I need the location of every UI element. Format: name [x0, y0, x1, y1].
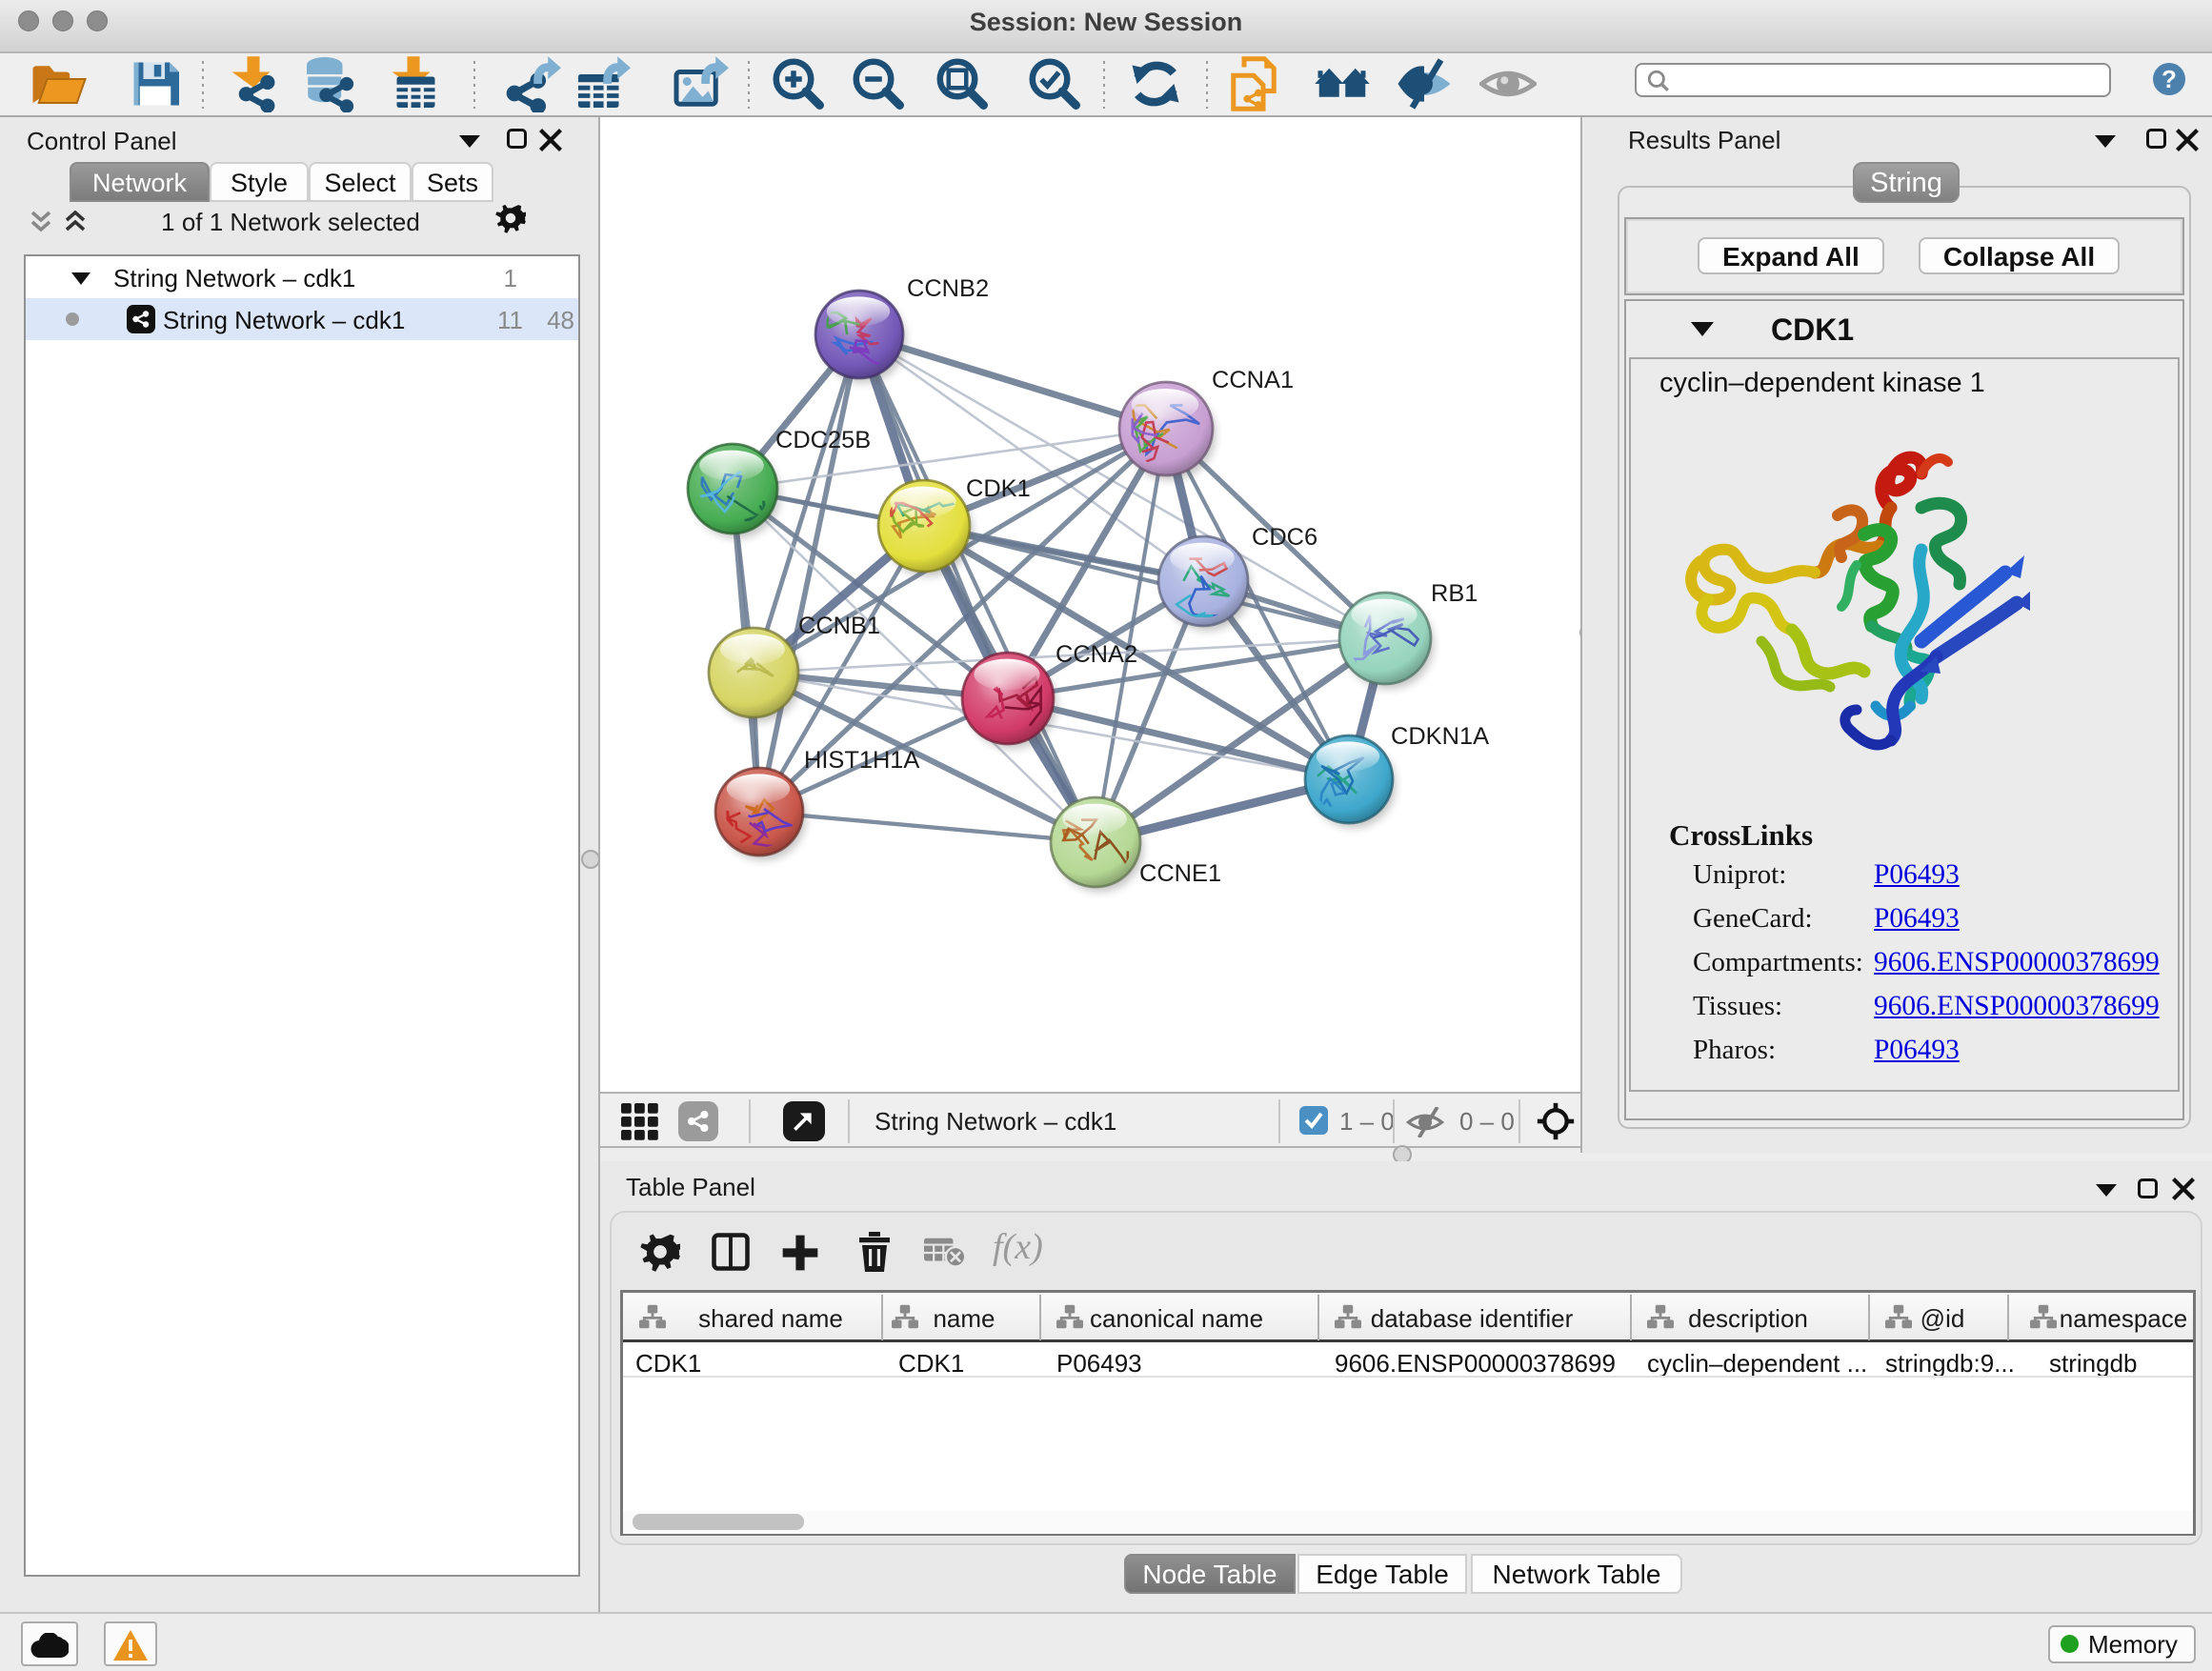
svg-text:CCNB2: CCNB2	[907, 275, 989, 302]
svg-text:CCNE1: CCNE1	[1139, 860, 1221, 887]
svg-text:CCNB1: CCNB1	[798, 613, 880, 639]
svg-text:CDK1: CDK1	[966, 475, 1031, 502]
svg-text:RB1: RB1	[1431, 580, 1478, 607]
svg-text:CCNA2: CCNA2	[1056, 641, 1137, 668]
svg-text:CDC25B: CDC25B	[775, 427, 871, 453]
svg-text:CDC6: CDC6	[1252, 524, 1317, 551]
svg-text:CCNA1: CCNA1	[1212, 367, 1294, 393]
svg-text:HIST1H1A: HIST1H1A	[804, 747, 919, 774]
svg-text:CDKN1A: CDKN1A	[1391, 723, 1489, 750]
